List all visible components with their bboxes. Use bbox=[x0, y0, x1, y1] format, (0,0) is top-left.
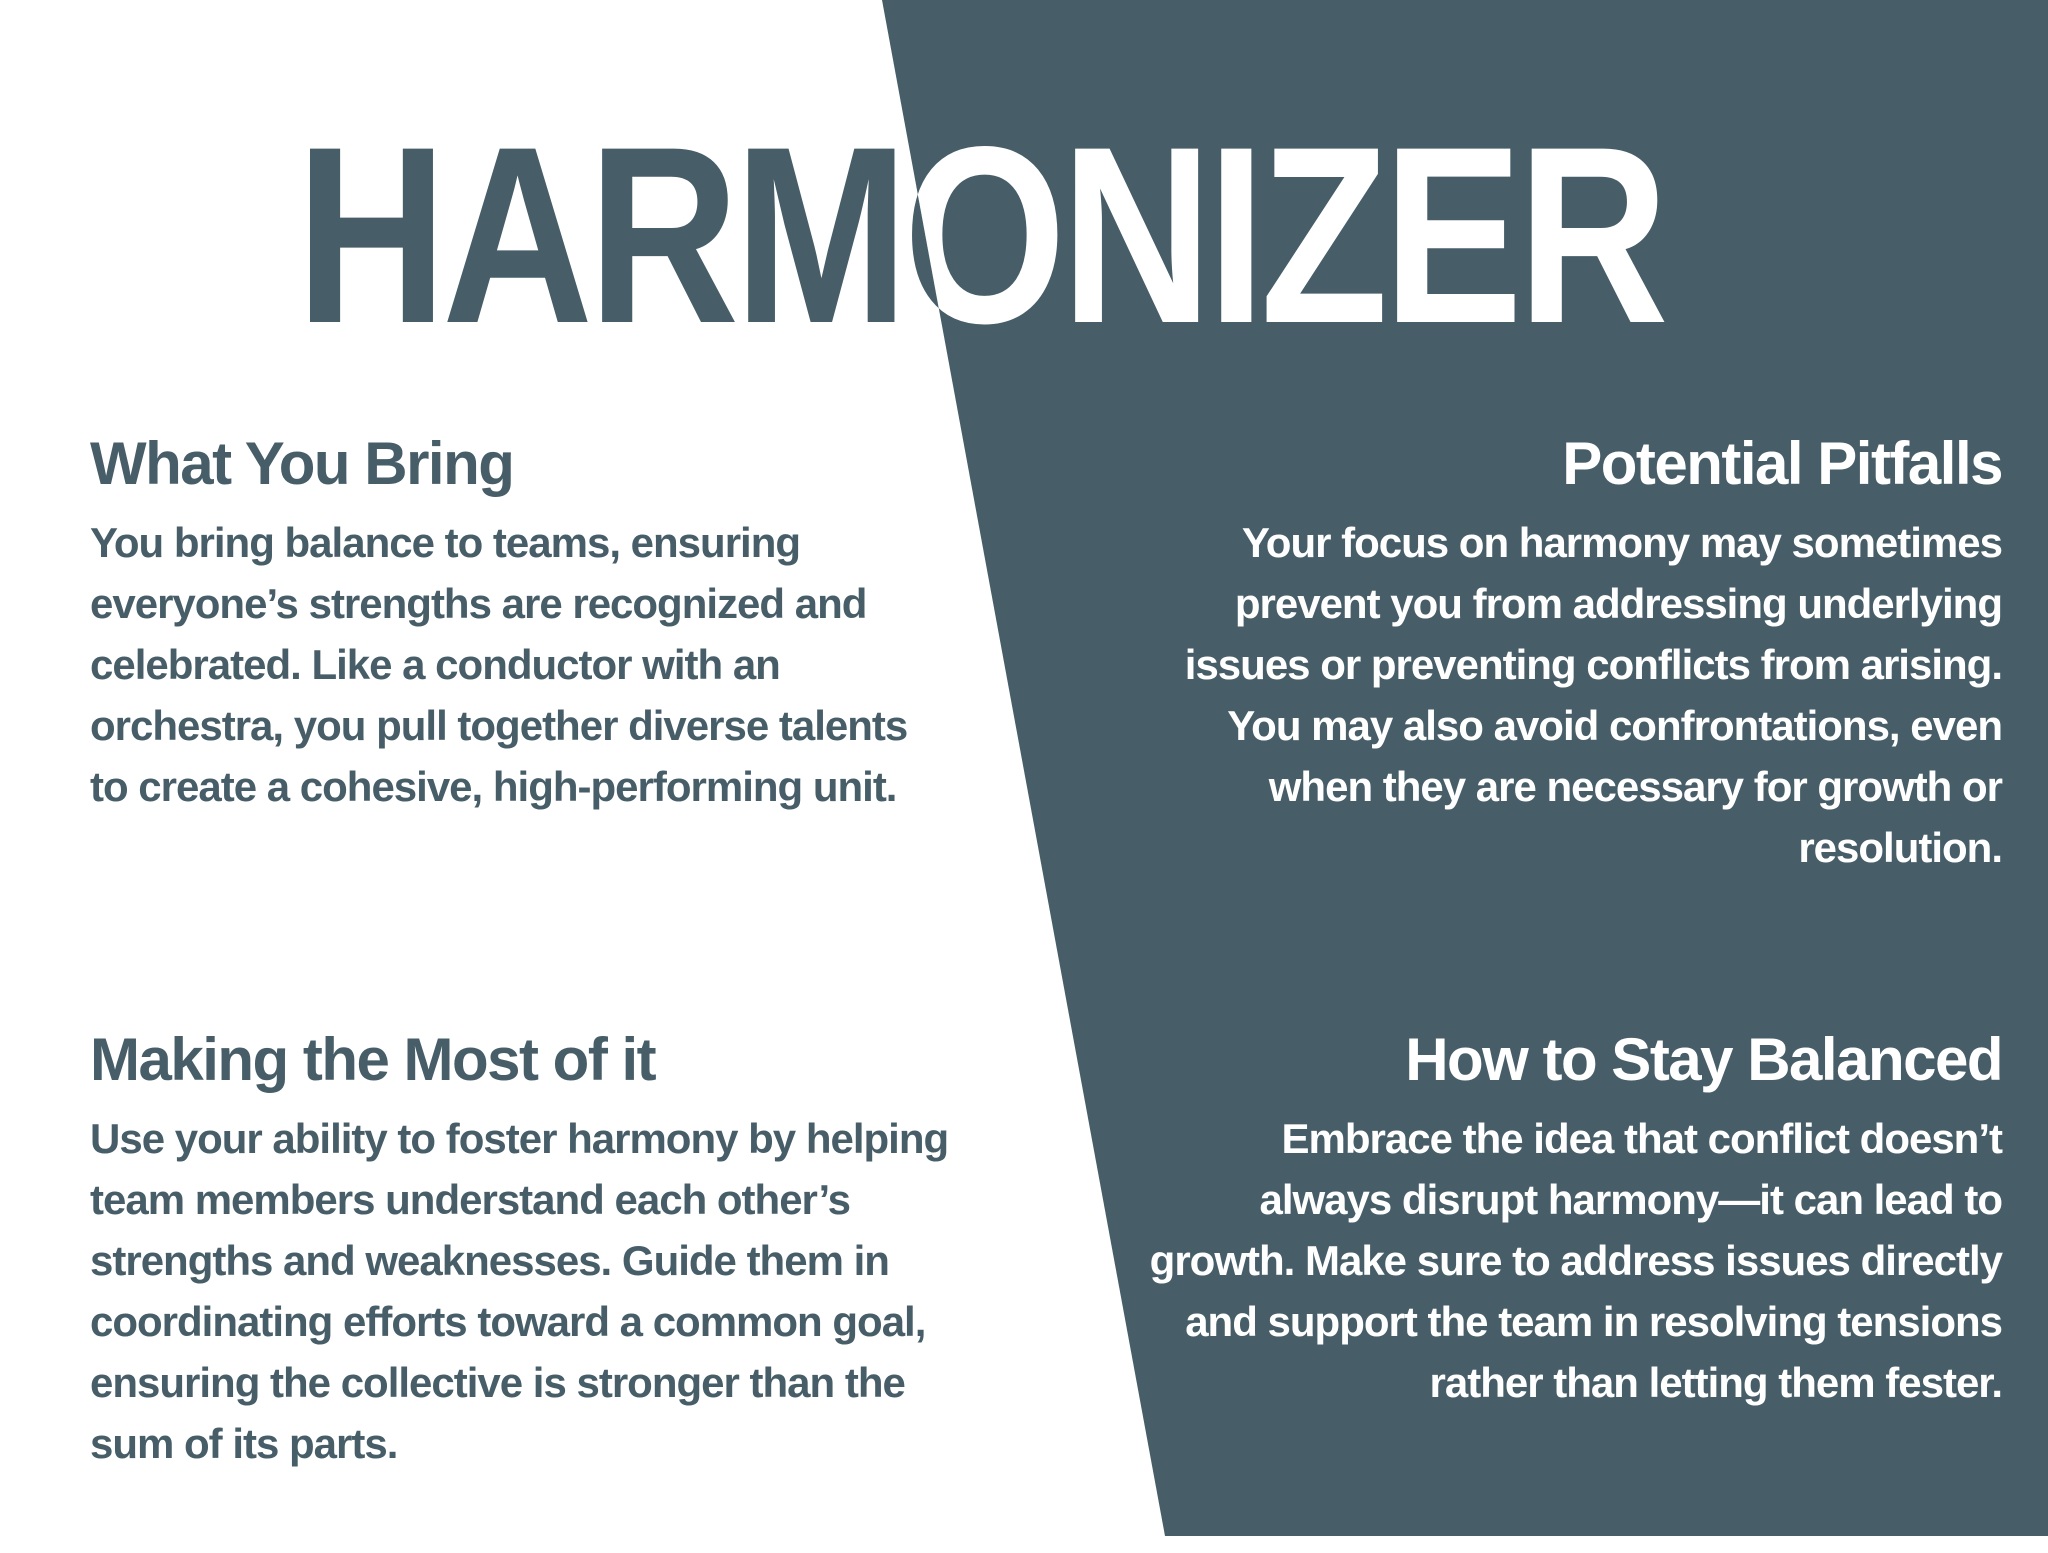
section-heading: How to Stay Balanced bbox=[1405, 1026, 2003, 1093]
section-body: Use your ability to foster harmony by he… bbox=[90, 1115, 949, 1467]
section-body: Embrace the idea that conflict doesn’t a… bbox=[1149, 1115, 2003, 1406]
section-heading: Making the Most of it bbox=[90, 1026, 657, 1093]
section-heading: What You Bring bbox=[90, 430, 515, 497]
section-body: You bring balance to teams, ensuring eve… bbox=[90, 519, 908, 810]
section-how-to-stay-balanced: How to Stay Balanced Embrace the idea th… bbox=[1142, 1024, 2004, 1413]
page: HARMONIZER HARMONIZER What You Bring You… bbox=[0, 0, 2048, 1553]
section-heading: Potential Pitfalls bbox=[1562, 430, 2003, 497]
section-making-the-most: Making the Most of it Use your ability t… bbox=[90, 1024, 950, 1474]
section-body: Your focus on harmony may sometimes prev… bbox=[1184, 519, 2003, 871]
section-what-you-bring: What You Bring You bring balance to team… bbox=[90, 428, 950, 817]
section-potential-pitfalls: Potential Pitfalls Your focus on harmony… bbox=[1142, 428, 2004, 878]
